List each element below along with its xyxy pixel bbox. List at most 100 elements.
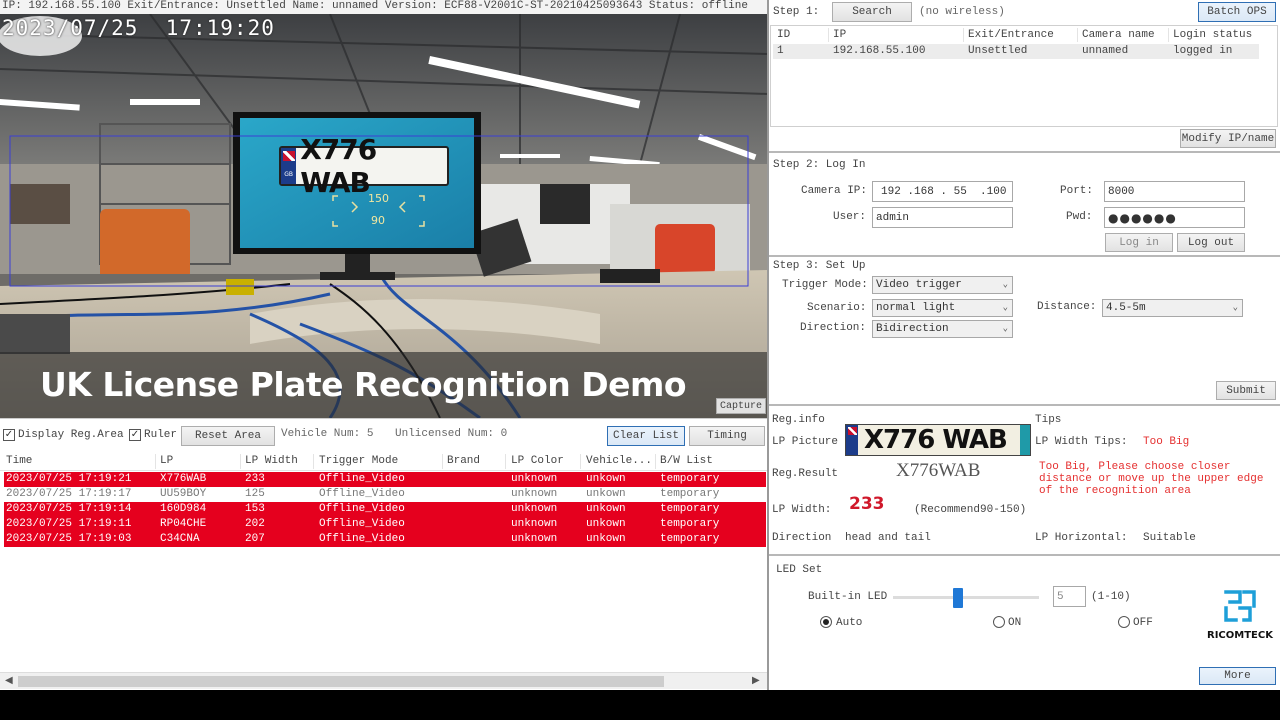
- table-row[interactable]: 2023/07/25 17:19:11 RP04CHE 202 Offline_Vid…: [4, 517, 766, 532]
- radio-selected-dot: [823, 619, 829, 625]
- ricomteck-logo-icon: [1224, 590, 1256, 622]
- vehicle-num: Vehicle Num: 5: [281, 428, 374, 440]
- col-bw-list[interactable]: B/W List: [660, 455, 713, 467]
- port-input[interactable]: 8000: [1104, 181, 1245, 202]
- scenario-select[interactable]: normal light ⌄: [872, 299, 1013, 317]
- table-row[interactable]: 2023/07/25 17:19:21 X776WAB 233 Offline_Vid…: [4, 472, 766, 487]
- scroll-right-icon[interactable]: ▶: [752, 675, 760, 686]
- device-col-ip[interactable]: IP: [833, 29, 846, 41]
- reset-area-button[interactable]: Reset Area: [181, 426, 275, 446]
- table-cell-vehicle: unkown: [586, 533, 626, 545]
- width-tips-value: Too Big: [1143, 436, 1190, 448]
- unlicensed-num: Unlicensed Num: 0: [395, 428, 508, 440]
- col-lp-width[interactable]: LP Width: [245, 455, 298, 467]
- records-header: Time LP LP Width Trigger Mode Brand LP C…: [0, 452, 768, 471]
- submit-button[interactable]: Submit: [1216, 381, 1276, 400]
- table-cell-trigger: Offline_Video: [319, 473, 405, 485]
- table-row[interactable]: 2023/07/25 17:19:03 C34CNA 207 Offline_Vide…: [4, 532, 766, 547]
- trigger-mode-label: Trigger Mode:: [782, 279, 868, 291]
- detect-bottom-value: 90: [371, 214, 385, 227]
- uk-flag-icon: [846, 425, 858, 455]
- status-text: IP: 192.168.55.100 Exit/Entrance: Unsett…: [2, 0, 748, 12]
- login-button[interactable]: Log in: [1105, 233, 1173, 252]
- user-input[interactable]: admin: [872, 207, 1013, 228]
- camera-ip-input[interactable]: 192 .168 . 55 .100: [872, 181, 1013, 202]
- radio-off[interactable]: [1118, 616, 1130, 628]
- table-row[interactable]: 2023/07/25 17:19:14 160D984 153 Offline_Vid…: [4, 502, 766, 517]
- timing-button[interactable]: Timing: [689, 426, 765, 446]
- table-cell-lp: X776WAB: [160, 473, 207, 485]
- device-col-id[interactable]: ID: [777, 29, 790, 41]
- col-brand[interactable]: Brand: [447, 455, 480, 467]
- led-slider-thumb[interactable]: [953, 588, 963, 608]
- pwd-input[interactable]: ●●●●●●: [1104, 207, 1245, 228]
- direction-info-value: head and tail: [845, 532, 931, 544]
- display-reg-area-checkbox[interactable]: ✓: [3, 429, 15, 441]
- radio-auto-label: Auto: [836, 617, 863, 629]
- table-cell-vehicle: unkown: [586, 518, 626, 530]
- table-cell-width: 202: [245, 518, 265, 530]
- table-row[interactable]: 2023/07/25 17:19:17 UU59BOY 125 Offline_Vid…: [4, 487, 766, 502]
- chevron-down-icon: ⌄: [1232, 302, 1238, 313]
- led-level-input[interactable]: 5: [1053, 586, 1086, 607]
- capture-button[interactable]: Capture: [716, 398, 766, 414]
- trigger-mode-select[interactable]: Video trigger ⌄: [872, 276, 1013, 294]
- table-cell-bw: temporary: [660, 503, 720, 515]
- distance-label: Distance:: [1037, 301, 1097, 313]
- more-button[interactable]: More: [1199, 667, 1276, 685]
- col-vehicle[interactable]: Vehicle...: [586, 455, 652, 467]
- chevron-down-icon: ⌄: [1002, 279, 1008, 290]
- ruler-checkbox[interactable]: ✓: [129, 429, 141, 441]
- logout-button[interactable]: Log out: [1177, 233, 1245, 252]
- table-cell-color: unknown: [511, 518, 558, 530]
- modify-ip-button[interactable]: Modify IP/name: [1180, 129, 1276, 148]
- lp-picture-label: LP Picture: [772, 436, 839, 448]
- pwd-label: Pwd:: [1066, 211, 1093, 223]
- table-cell-lp: C34CNA: [160, 533, 200, 545]
- ruler-label: Ruler: [144, 429, 178, 441]
- clear-list-button[interactable]: Clear List: [607, 426, 685, 446]
- batch-ops-button[interactable]: Batch OPS: [1198, 2, 1276, 22]
- table-cell-time: 2023/07/25 17:19:17: [6, 488, 132, 500]
- scrollbar-thumb[interactable]: [18, 676, 664, 687]
- radio-on[interactable]: [993, 616, 1005, 628]
- col-lp-color[interactable]: LP Color: [511, 455, 564, 467]
- device-row[interactable]: 1 192.168.55.100 Unsettled unnamed logge…: [773, 44, 1259, 59]
- user-label: User:: [833, 211, 867, 223]
- device-col-status[interactable]: Login status: [1173, 29, 1252, 41]
- lp-picture-text: X776 WAB: [864, 425, 1008, 455]
- records-scrollbar[interactable]: ◀ ▶: [0, 672, 768, 689]
- recommend-range: (Recommend90-150): [914, 504, 1027, 516]
- col-time[interactable]: Time: [6, 455, 32, 467]
- col-trigger-mode[interactable]: Trigger Mode: [319, 455, 398, 467]
- radio-auto[interactable]: [820, 616, 832, 628]
- search-button[interactable]: Search: [832, 2, 912, 22]
- video-view[interactable]: GB X776 WAB 150 90 2023/07/25 17:19:20 U…: [0, 14, 768, 418]
- lp-width-value: 233: [849, 494, 885, 514]
- led-slider[interactable]: [893, 588, 1039, 608]
- direction-select[interactable]: Bidirection ⌄: [872, 320, 1013, 338]
- records-table: Time LP LP Width Trigger Mode Brand LP C…: [0, 452, 768, 672]
- table-cell-color: unknown: [511, 473, 558, 485]
- table-cell-time: 2023/07/25 17:19:11: [6, 518, 132, 530]
- camera-ip-label: Camera IP:: [801, 185, 868, 197]
- table-cell-lp: 160D984: [160, 503, 207, 515]
- video-timestamp: 2023/07/25 17:19:20: [2, 16, 275, 40]
- demo-banner-title: UK License Plate Recognition Demo: [40, 365, 687, 404]
- table-cell-width: 233: [245, 473, 265, 485]
- distance-select[interactable]: 4.5-5m ⌄: [1102, 299, 1243, 317]
- col-lp[interactable]: LP: [160, 455, 173, 467]
- lp-width-label: LP Width:: [772, 504, 832, 516]
- table-cell-lp: RP04CHE: [160, 518, 207, 530]
- device-col-exit[interactable]: Exit/Entrance: [968, 29, 1054, 41]
- tips-title: Tips: [1035, 414, 1062, 426]
- lp-horizontal-label: LP Horizontal:: [1035, 532, 1128, 544]
- scroll-left-icon[interactable]: ◀: [5, 675, 13, 686]
- bottom-letterbox: [0, 690, 1280, 720]
- width-tips-label: LP Width Tips:: [1035, 436, 1128, 448]
- status-bar: IP: 192.168.55.100 Exit/Entrance: Unsett…: [0, 0, 768, 14]
- table-cell-trigger: Offline_Video: [319, 503, 405, 515]
- device-col-name[interactable]: Camera name: [1082, 29, 1155, 41]
- step2-title: Step 2: Log In: [773, 159, 866, 171]
- wireless-status: (no wireless): [919, 6, 1005, 18]
